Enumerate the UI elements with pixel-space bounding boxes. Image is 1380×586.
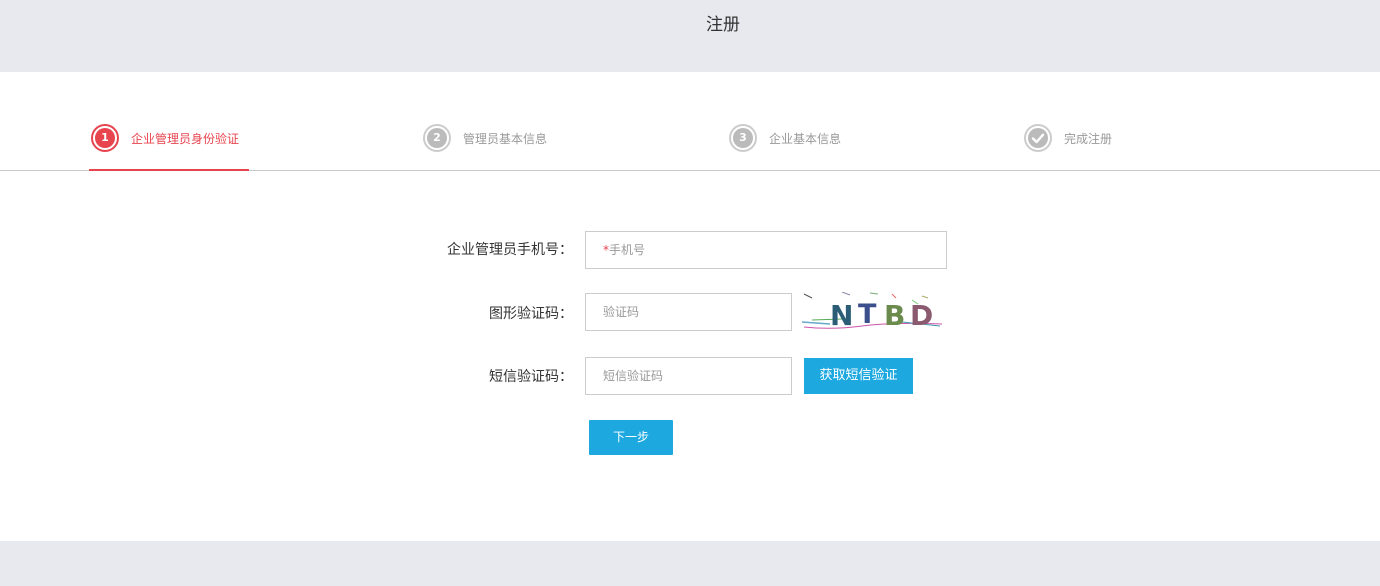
step-1-label: 企业管理员身份验证 (131, 132, 240, 146)
step-2-badge: 2 (423, 124, 451, 152)
captcha-char-4: D (910, 299, 933, 332)
phone-input[interactable]: *手机号 (585, 231, 947, 269)
step-4-label: 完成注册 (1064, 132, 1113, 146)
page-header: 注册 (0, 0, 1380, 72)
step-1-badge: 1 (91, 124, 119, 152)
registration-panel: 1 企业管理员身份验证 2 管理员基本信息 3 企业基本信息 完成注册 企业管理… (0, 72, 1380, 541)
captcha-char-1: N (830, 299, 853, 332)
captcha-input[interactable]: 验证码 (585, 293, 792, 331)
sms-code-placeholder: 短信验证码 (603, 369, 664, 383)
phone-label: 企业管理员手机号： (447, 242, 573, 258)
page-title: 注册 (706, 15, 740, 35)
get-sms-code-button[interactable]: 获取短信验证 (804, 358, 913, 394)
check-icon (1028, 128, 1048, 148)
step-4-badge (1024, 124, 1052, 152)
next-step-button[interactable]: 下一步 (589, 420, 673, 455)
active-step-underline (89, 169, 249, 171)
captcha-label: 图形验证码： (489, 306, 573, 322)
step-2-label: 管理员基本信息 (463, 132, 548, 146)
sms-code-label: 短信验证码： (489, 369, 573, 385)
step-3-label: 企业基本信息 (769, 132, 842, 146)
step-3-badge: 3 (729, 124, 757, 152)
captcha-placeholder: 验证码 (603, 305, 640, 319)
sms-code-input[interactable]: 短信验证码 (585, 357, 792, 395)
captcha-char-2: T (858, 299, 877, 330)
captcha-image[interactable]: N T B D (801, 291, 943, 332)
step-progress-bar: 1 企业管理员身份验证 2 管理员基本信息 3 企业基本信息 完成注册 (0, 72, 1380, 171)
phone-placeholder: 手机号 (609, 243, 646, 257)
captcha-char-3: B (884, 299, 905, 332)
